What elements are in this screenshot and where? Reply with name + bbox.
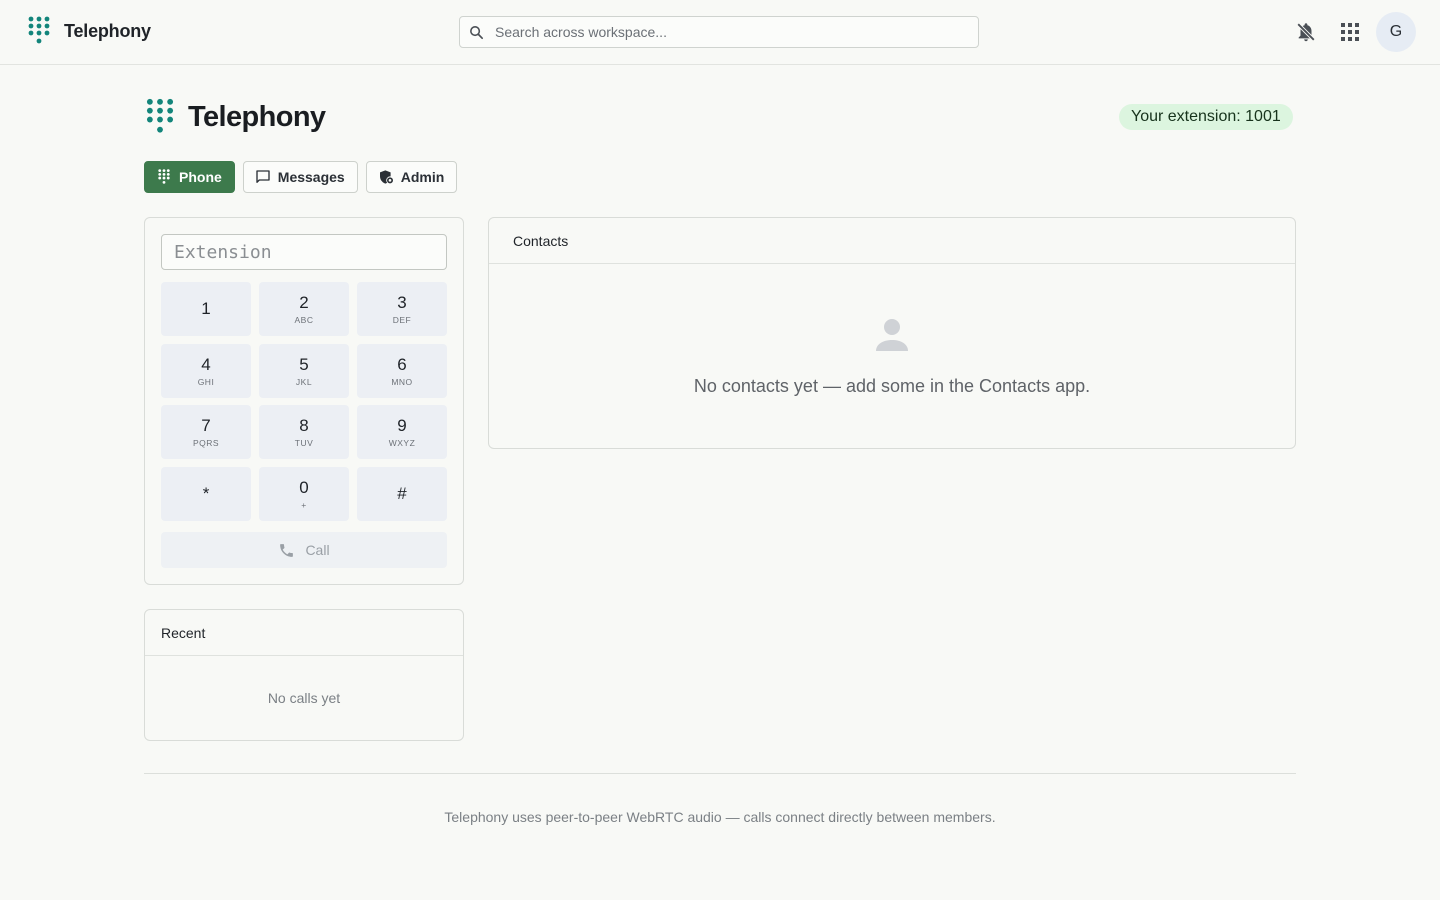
message-icon [254,168,272,186]
dial-key-5[interactable]: 5 JKL [259,344,349,398]
key-letters: DEF [392,314,412,325]
key-letters: TUV [294,437,314,448]
key-digit: 8 [299,415,309,435]
recent-card: Recent No calls yet [144,609,464,741]
contacts-card: Contacts No contacts yet — add some in t… [488,217,1296,449]
dialpad-icon [155,168,173,186]
recent-title: Recent [161,625,206,641]
apps-button[interactable] [1338,20,1362,44]
top-bar: Telephony G [0,0,1440,65]
tab-label: Phone [179,169,222,185]
key-letters: + [301,499,307,510]
apps-grid-icon [1341,23,1359,41]
call-button[interactable]: Call [161,532,447,568]
recent-empty-message: No calls yet [267,690,341,706]
extension-badge: Your extension: 1001 [1119,104,1293,130]
key-digit: 9 [397,415,407,435]
key-digit: 1 [201,299,211,318]
contacts-title: Contacts [513,233,569,249]
search-icon [470,25,484,39]
key-digit: # [397,484,407,503]
notifications-button[interactable] [1294,20,1318,44]
dial-key-2[interactable]: 2 ABC [259,282,349,336]
key-letters: ABC [294,314,314,325]
key-letters: MNO [391,376,413,387]
key-letters: JKL [295,376,313,387]
key-letters: PQRS [192,437,220,448]
page-header: Telephony [144,98,326,136]
dial-key-6[interactable]: 6 MNO [357,344,447,398]
key-letters: WXYZ [388,437,416,448]
footer-divider [144,773,1296,774]
dialpad-logo-icon [146,98,174,133]
admin-shield-icon [377,168,395,186]
key-digit: 7 [201,415,211,435]
key-digit: 4 [201,354,211,374]
divider [489,263,1295,264]
key-digit: 2 [299,292,309,312]
avatar[interactable]: G [1376,12,1416,52]
footer-note: Telephony uses peer-to-peer WebRTC audio… [444,809,996,825]
app-name: Telephony [64,20,151,41]
call-label: Call [305,542,330,558]
phone-icon [280,543,294,557]
key-letters: GHI [197,376,215,387]
tab-admin[interactable]: Admin [365,161,458,193]
person-icon [876,319,908,351]
page-title: Telephony [188,100,326,133]
key-digit: * [202,484,210,503]
key-digit: 6 [397,354,407,374]
dial-key-star[interactable]: * [161,467,251,521]
dial-key-7[interactable]: 7 PQRS [161,405,251,459]
tab-messages[interactable]: Messages [242,161,358,193]
search-box[interactable] [459,16,979,48]
dial-key-3[interactable]: 3 DEF [357,282,447,336]
dial-key-8[interactable]: 8 TUV [259,405,349,459]
dial-key-9[interactable]: 9 WXYZ [357,405,447,459]
bell-off-icon [1296,22,1316,42]
tab-bar: Phone Messages Admin [144,161,458,193]
divider [145,655,463,656]
contacts-empty-message: No contacts yet — add some in the Contac… [693,376,1091,396]
brand[interactable]: Telephony [28,16,151,46]
search-input[interactable] [495,24,975,40]
dial-key-1[interactable]: 1 [161,282,251,336]
key-digit: 0 [299,477,309,497]
dial-key-0[interactable]: 0 + [259,467,349,521]
dialer-card: 1 2 ABC 3 DEF 4 GHI 5 JKL 6 MNO 7 PQRS 8… [144,217,464,585]
tab-label: Messages [277,169,345,185]
dialpad-logo-icon [28,16,50,44]
dial-key-hash[interactable]: # [357,467,447,521]
key-digit: 3 [397,292,407,312]
tab-label: Admin [400,169,445,185]
dial-key-4[interactable]: 4 GHI [161,344,251,398]
extension-input[interactable] [161,234,447,270]
tab-phone[interactable]: Phone [144,161,235,193]
key-digit: 5 [299,354,309,374]
